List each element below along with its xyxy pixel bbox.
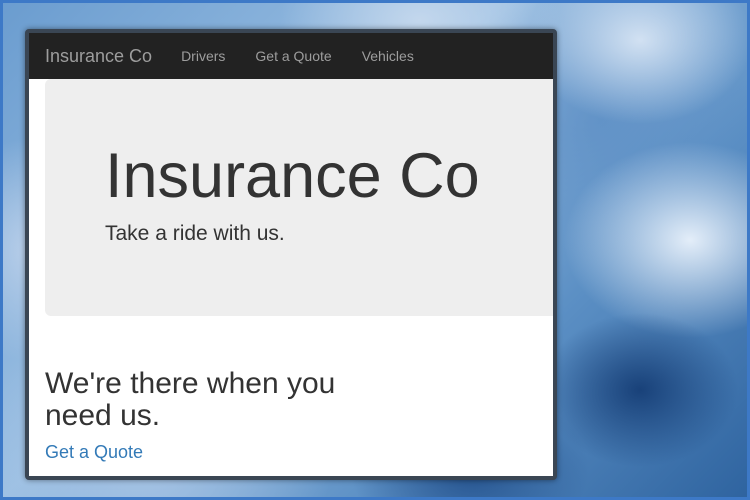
nav-link-get-a-quote[interactable]: Get a Quote bbox=[240, 48, 346, 64]
browser-window: Insurance Co Drivers Get a Quote Vehicle… bbox=[25, 29, 557, 480]
nav-link-vehicles[interactable]: Vehicles bbox=[347, 48, 429, 64]
navbar: Insurance Co Drivers Get a Quote Vehicle… bbox=[29, 33, 553, 79]
jumbotron-title: Insurance Co bbox=[105, 141, 480, 211]
desktop: { "navbar": { "brand": "Insurance Co", "… bbox=[0, 0, 750, 500]
get-a-quote-link[interactable]: Get a Quote bbox=[45, 442, 143, 463]
nav-link-drivers[interactable]: Drivers bbox=[166, 48, 240, 64]
navbar-brand[interactable]: Insurance Co bbox=[45, 46, 152, 67]
jumbotron: Insurance Co Take a ride with us. bbox=[45, 79, 553, 316]
section-heading: We're there when you need us. bbox=[45, 367, 336, 432]
jumbotron-tagline: Take a ride with us. bbox=[105, 222, 285, 245]
